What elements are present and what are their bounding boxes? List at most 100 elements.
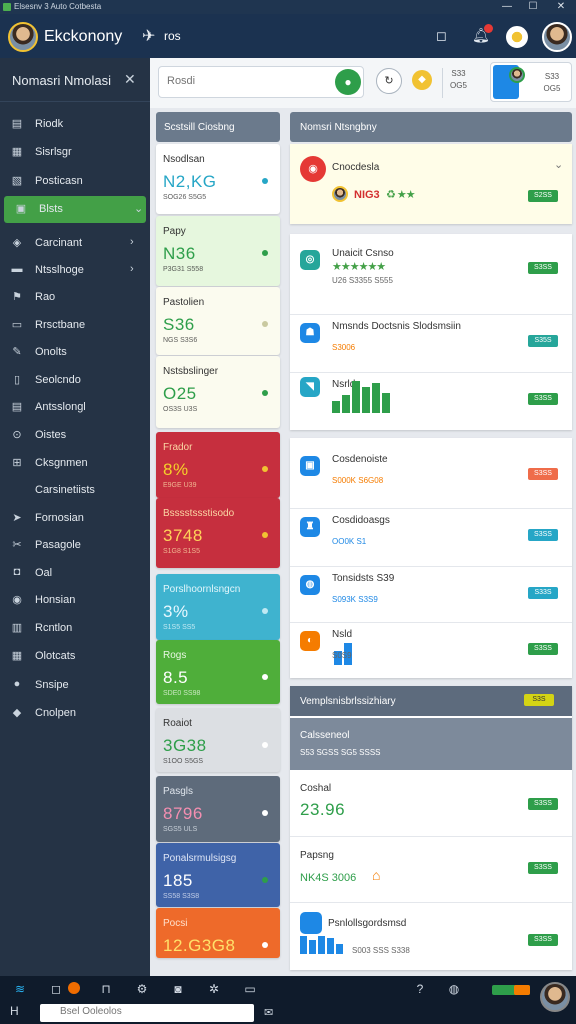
user-search-icon[interactable]: ● xyxy=(335,69,361,95)
kpi-card[interactable]: Pastolien S36 NGS S3S6 xyxy=(156,287,280,355)
list-item[interactable]: ◍ Tonsidsts S39 S093K S3S9 S33S xyxy=(290,566,572,620)
maximize-button[interactable]: ☐ xyxy=(520,0,546,14)
share-icon[interactable]: ✲ xyxy=(206,982,222,998)
kpi-card[interactable]: Roaiot 3G38 S1OO S5GS xyxy=(156,708,280,772)
sidebar-item[interactable]: ◘ Oal xyxy=(0,560,150,587)
sidebar-item[interactable]: ✎ Onolts xyxy=(0,339,150,366)
sidebar-item[interactable]: ⊞ Cksgnmen xyxy=(0,450,150,477)
list-item[interactable]: ◐ Nsld S0S9 S3SS xyxy=(290,622,572,676)
chevron-down-icon[interactable]: ⌄ xyxy=(554,158,563,171)
kpi-value: 3G38 xyxy=(163,736,207,755)
sidebar-item[interactable]: ▣ Blsts ⌄ xyxy=(4,196,146,223)
close-window-button[interactable]: ✕ xyxy=(548,0,574,14)
search-box[interactable]: ● xyxy=(158,66,364,98)
settings-icon[interactable]: ⚙ xyxy=(134,982,150,998)
sidebar-item-icon: ▧ xyxy=(11,175,23,187)
kpi-card[interactable]: Nsodlsan N2,KG SOG26 S5G5 xyxy=(156,144,280,214)
minimize-button[interactable]: — xyxy=(494,0,520,14)
featured-card[interactable]: ◉ Cnocdesla ⌄ NIG3 ♻ ★★ S2SS xyxy=(290,144,572,224)
sidebar-item[interactable]: ✂ Pasagole xyxy=(0,532,150,559)
start-icon[interactable]: ≋ xyxy=(12,982,28,998)
profile-card[interactable]: S33 OG5 xyxy=(490,62,572,102)
item-badge: S3SS xyxy=(528,262,558,274)
sidebar-item-label: Blsts xyxy=(39,203,63,215)
kpi-card[interactable]: Bsssstssstisodo 3748 S1G8 S1S5 xyxy=(156,498,280,568)
summary-title: Vemplsnisbrlssizhiary xyxy=(300,696,396,707)
kpi-value: 8% xyxy=(163,460,189,479)
list-item[interactable]: ☗ Nmsnds Doctsnis Slodsmsiin S3006 S35S xyxy=(290,314,572,368)
sidebar-item[interactable]: ◉ Honsian xyxy=(0,587,150,614)
taskbar-avatar[interactable] xyxy=(540,982,570,1012)
profile-avatar[interactable] xyxy=(542,22,572,52)
kpi-subtext: NGS S3S6 xyxy=(163,337,198,344)
taskbar-search[interactable] xyxy=(40,1004,254,1022)
sidebar-header: Nomasri Nmolasi ✕ xyxy=(0,58,150,102)
sidebar-item[interactable]: ▬ Ntsslhoge › xyxy=(0,257,150,284)
app-badge-icon[interactable] xyxy=(68,982,80,994)
close-sidebar-icon[interactable]: ✕ xyxy=(124,71,136,88)
kpi-card[interactable]: Porslhoornlsngcn 3% S1S5 SS5 xyxy=(156,574,280,640)
summary-entry-value: S003 SSS S338 xyxy=(352,946,410,955)
sidebar-item[interactable]: ▤ Antsslongl xyxy=(0,394,150,421)
summary-entry[interactable]: Coshal xyxy=(300,782,331,794)
sidebar-item[interactable]: ▥ Rcntlon xyxy=(0,615,150,642)
coin-icon[interactable]: ◆ xyxy=(412,70,432,90)
sidebar-item[interactable]: ● Snsipe xyxy=(0,672,150,699)
window-icon[interactable]: ▭ xyxy=(242,982,258,998)
item-badge: S3SS xyxy=(528,393,558,405)
sidebar-item[interactable]: ⚑ Rao xyxy=(0,284,150,311)
sidebar-item[interactable]: ▦ Olotcats xyxy=(0,643,150,670)
sidebar-item[interactable]: ▭ Rrsctbane xyxy=(0,312,150,339)
sidebar-item[interactable]: ▧ Posticasn xyxy=(0,168,150,195)
sidebar-item[interactable]: ▯ Seolcndo xyxy=(0,367,150,394)
chart-app-icon xyxy=(300,912,322,934)
search-input[interactable] xyxy=(167,75,317,87)
camera-icon[interactable]: ◙ xyxy=(170,982,186,998)
kpi-status-dot xyxy=(262,466,268,472)
pin-icon[interactable]: ✈ xyxy=(142,26,155,46)
chat-icon[interactable]: ◻ xyxy=(436,28,447,44)
sidebar-item[interactable]: ⊙ Oistes xyxy=(0,422,150,449)
list-item[interactable]: ▣ Cosdenoiste S000K S6G08 S3SS xyxy=(290,448,572,502)
kpi-card[interactable]: Nstsbslinger O25 OS3S U3S xyxy=(156,356,280,428)
sidebar-item-icon: ▦ xyxy=(11,650,23,662)
kpi-card[interactable]: Papy N36 P3G31 S558 xyxy=(156,216,280,286)
chat-icon[interactable]: ◻ xyxy=(48,982,64,998)
taskview-icon[interactable]: ⊓ xyxy=(98,982,114,998)
sidebar-item-icon: ⚑ xyxy=(12,291,22,303)
kpi-card[interactable]: Pasgls 8796 SGS5 ULS xyxy=(156,776,280,842)
user-avatar[interactable] xyxy=(8,22,38,52)
kpi-card[interactable]: Rogs 8.5 SDE0 SS98 xyxy=(156,640,280,704)
rating-stars: ★★★★★★ xyxy=(332,261,386,273)
kpi-card[interactable]: Frador 8% E9GE U39 xyxy=(156,432,280,498)
profile-stats: S33 OG5 xyxy=(535,71,569,95)
mini-avatar xyxy=(509,67,525,83)
kpi-label: Roaiot xyxy=(163,718,192,729)
sidebar-item[interactable]: ▦ Sisrlsgr xyxy=(0,139,150,166)
item-title: Tonsidsts S39 xyxy=(332,573,395,584)
list-item[interactable]: ◥ Nsrld S3SS xyxy=(290,372,572,426)
kpi-subtext: OS3S U3S xyxy=(163,406,198,413)
sidebar-item[interactable]: ➤ Fornosian xyxy=(0,505,150,532)
sidebar-item-icon: ● xyxy=(13,678,21,690)
refresh-icon[interactable]: ↻ xyxy=(376,68,402,94)
sidebar-item[interactable]: ◈ Carcinant › xyxy=(0,230,150,257)
lock-icon[interactable]: ◍ xyxy=(446,982,462,998)
item-title: Nmsnds Doctsnis Slodsmsiin xyxy=(332,321,461,332)
sidebar-item-icon: ▣ xyxy=(15,203,27,215)
sidebar-item-label: Rao xyxy=(35,291,56,303)
notes-icon[interactable]: ✉ xyxy=(264,1006,273,1019)
help-icon[interactable]: ? xyxy=(412,982,428,998)
coin-icon[interactable] xyxy=(506,26,528,48)
sidebar-item[interactable]: ◆ Cnolpen xyxy=(0,700,150,727)
taskbar-search-input[interactable] xyxy=(60,1006,240,1017)
kpi-card[interactable]: Pocsi 12.G3G8 xyxy=(156,908,280,958)
list-item[interactable]: ◎ Unaicit Csnso ★★★★★★ U26 S3355 S555 S3SS xyxy=(290,242,572,296)
sidebar-item[interactable]: Carsinetiists xyxy=(0,477,150,504)
taskbar-grid-icon[interactable]: H xyxy=(10,1004,40,1022)
mini-bar-chart xyxy=(300,936,345,956)
kpi-label: Papy xyxy=(163,226,186,237)
list-item[interactable]: ♜ Cosdidoasgs OO0K S1 S3SS xyxy=(290,508,572,562)
sidebar-item[interactable]: ▤ Riodk xyxy=(0,111,150,138)
kpi-card[interactable]: Ponalsrmulsigsg 185 SS58 S3S8 xyxy=(156,843,280,907)
